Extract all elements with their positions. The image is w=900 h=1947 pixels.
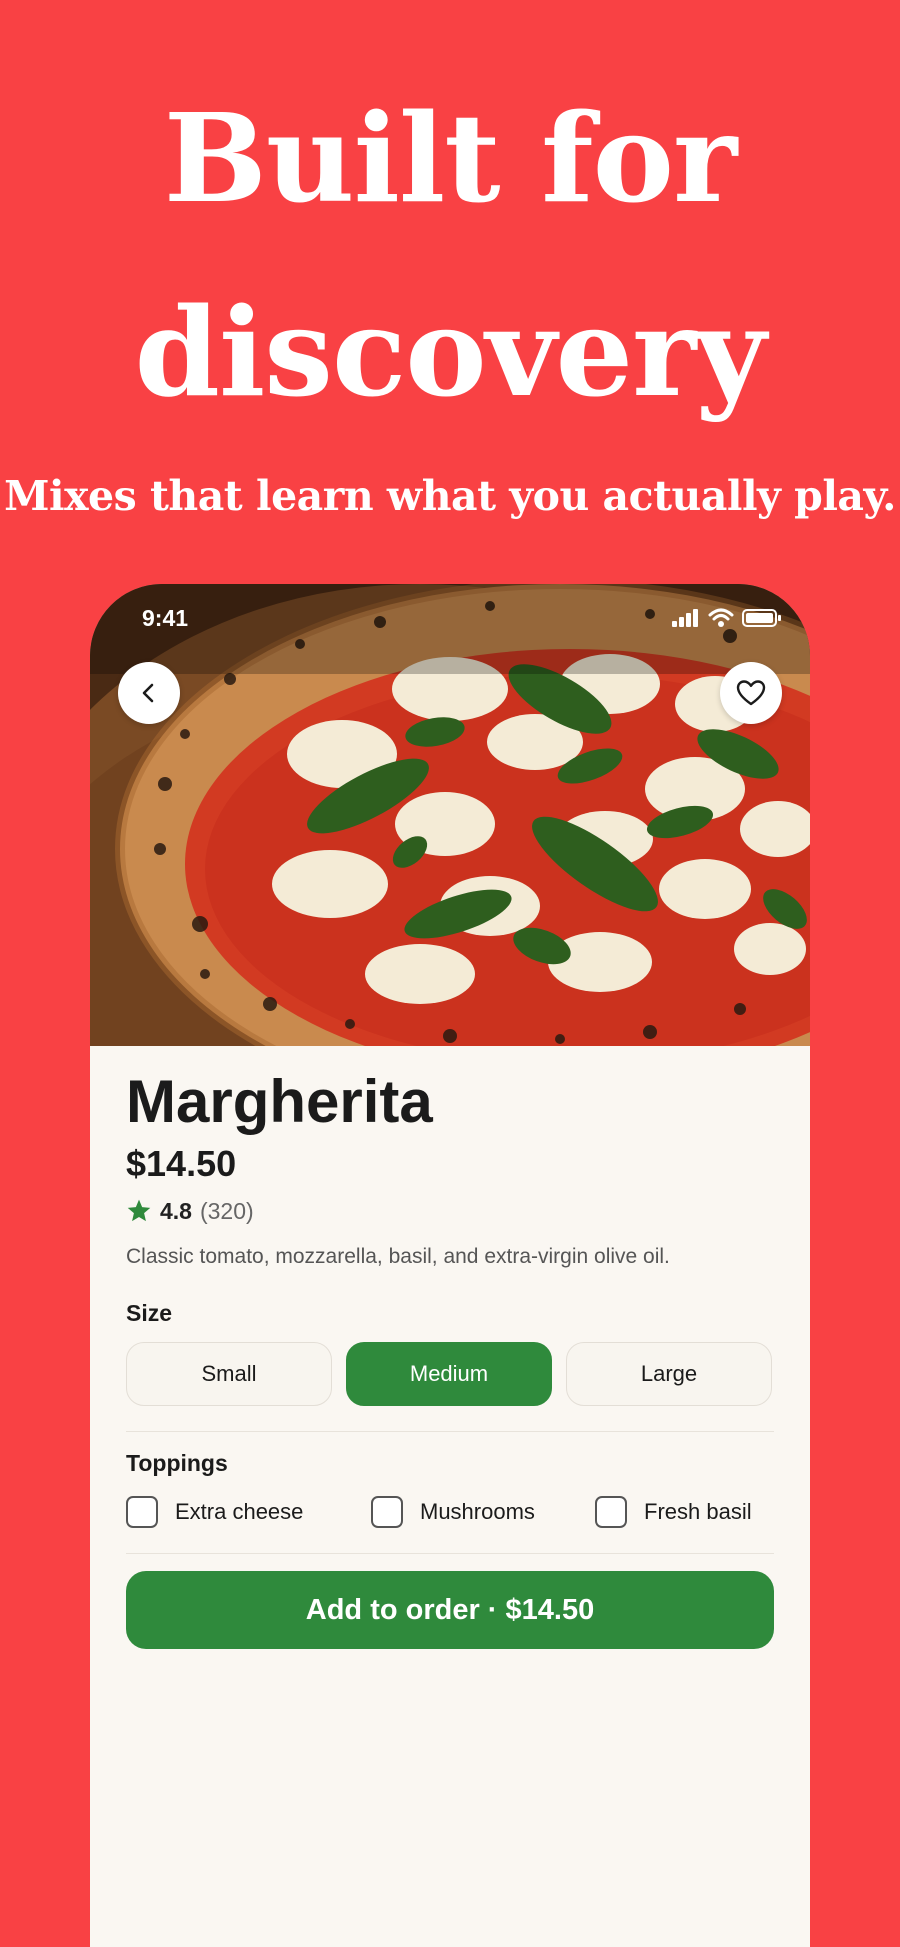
signal-icon xyxy=(672,609,698,627)
mushrooms-checkbox[interactable] xyxy=(371,1496,403,1528)
favorite-button[interactable] xyxy=(720,662,782,724)
topping-label: Fresh basil xyxy=(644,1499,752,1524)
rating-row: 4.8 (320) xyxy=(126,1194,254,1228)
divider xyxy=(126,1431,774,1432)
battery-icon xyxy=(742,609,781,627)
topping-label: Mushrooms xyxy=(420,1499,535,1524)
size-label: Size xyxy=(126,1300,173,1326)
headline-line-1: Built for xyxy=(163,86,737,230)
topping-fresh-basil[interactable]: Fresh basil xyxy=(595,1495,752,1529)
add-to-order-button[interactable]: Add to order · $14.50 xyxy=(126,1571,774,1649)
status-bar: 9:41 xyxy=(90,584,810,648)
topping-label: Extra cheese xyxy=(175,1499,304,1524)
topping-mushrooms[interactable]: Mushrooms xyxy=(371,1495,535,1529)
headline-line-2: discovery xyxy=(134,280,767,424)
chevron-left-icon xyxy=(142,683,154,703)
back-button[interactable] xyxy=(118,662,180,724)
phone-frame: 9:41 Margherita $14.50 4.8 (320) Classic… xyxy=(90,584,810,1947)
size-option-small[interactable]: Small xyxy=(126,1342,332,1406)
divider xyxy=(126,1553,774,1554)
wifi-icon xyxy=(708,608,734,627)
topping-extra-cheese[interactable]: Extra cheese xyxy=(126,1495,303,1529)
margherita-pizza-image xyxy=(90,584,810,1046)
extra-cheese-checkbox[interactable] xyxy=(126,1496,158,1528)
product-name: Margherita xyxy=(126,1068,433,1135)
product-description: Classic tomato, mozzarella, basil, and e… xyxy=(126,1245,670,1268)
status-time: 9:41 xyxy=(142,605,189,631)
rating-count: (320) xyxy=(199,1197,254,1224)
toppings-label: Toppings xyxy=(126,1450,228,1476)
size-option-large[interactable]: Large xyxy=(566,1342,772,1406)
product-details: Margherita $14.50 4.8 (320) Classic toma… xyxy=(90,1046,810,1947)
heart-icon xyxy=(736,680,766,706)
tagline: Mixes that learn what you actually play. xyxy=(4,472,896,520)
size-option-medium[interactable]: Medium xyxy=(346,1342,552,1406)
fresh-basil-checkbox[interactable] xyxy=(595,1496,627,1528)
product-photo: 9:41 xyxy=(90,584,810,1046)
rating-value: 4.8 xyxy=(160,1197,192,1224)
status-icons xyxy=(672,606,782,630)
star-icon xyxy=(127,1199,151,1222)
product-price: $14.50 xyxy=(126,1143,237,1184)
